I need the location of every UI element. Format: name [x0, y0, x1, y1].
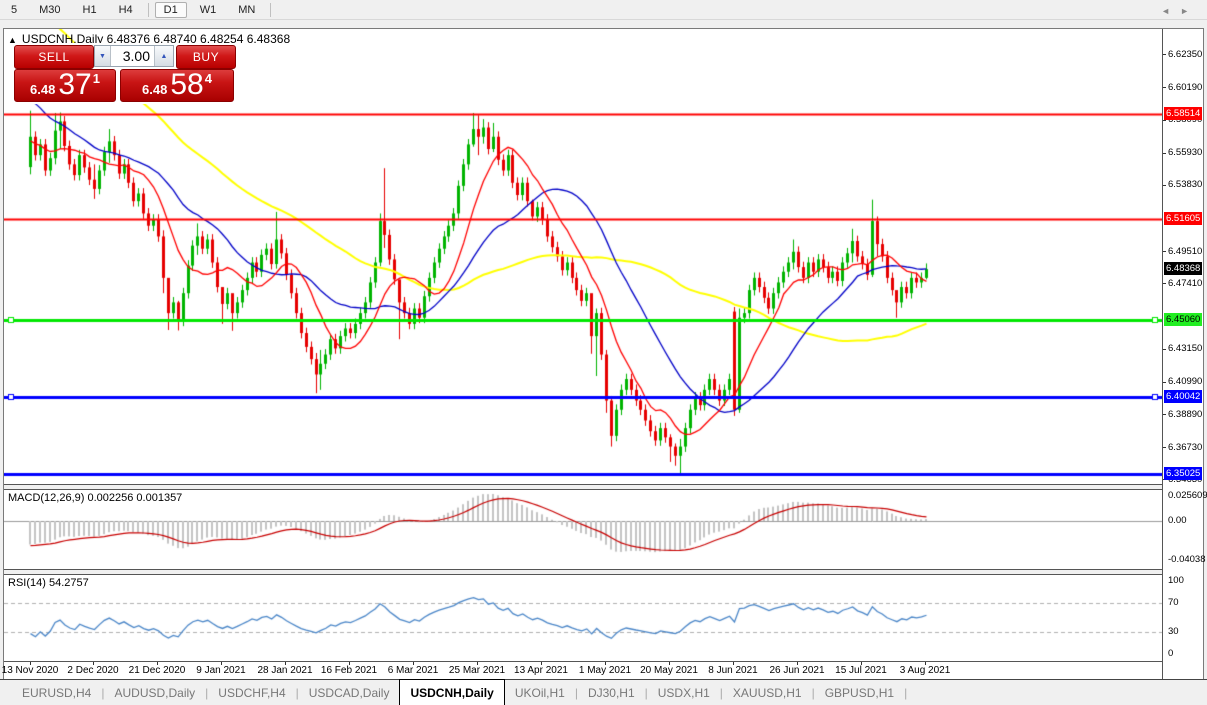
- price-level-badge: 6.35025: [1164, 467, 1202, 480]
- timeframe-button-mn[interactable]: MN: [229, 2, 264, 18]
- one-click-trading-panel: SELL ▼ 3.00 ▲ BUY 6.48 37 1 6.48 58 4: [12, 43, 236, 104]
- timeframe-toolbar: 5M30 H1H4 D1W1MN: [0, 0, 1207, 20]
- price-tick-mark: [1163, 447, 1166, 448]
- price-tick-mark: [1163, 87, 1166, 88]
- volume-increase-icon[interactable]: ▲: [154, 46, 173, 66]
- tab-scroll-right-icon[interactable]: ►: [1180, 6, 1199, 16]
- tab-scroll-left-icon[interactable]: ◄: [1161, 6, 1180, 16]
- price-tick-label: 6.60190: [1168, 82, 1202, 93]
- price-tick-mark: [1163, 153, 1166, 154]
- macd-current-values: 0.002256 0.001357: [87, 492, 182, 504]
- sell-price-pips: 37: [58, 70, 91, 100]
- chart-tab-bar: EURUSD,H4|AUDUSD,Daily|USDCHF,H4|USDCAD,…: [0, 679, 1207, 705]
- rsi-axis-label: 30: [1168, 626, 1179, 637]
- price-tick-label: 6.38890: [1168, 409, 1202, 420]
- macd-name: MACD(12,26,9): [8, 492, 84, 504]
- price-tick-mark: [1163, 120, 1166, 121]
- price-tick-mark: [1163, 54, 1166, 55]
- price-tick-mark: [1163, 283, 1166, 284]
- tab-xauusd-h1[interactable]: XAUUSD,H1: [723, 680, 812, 705]
- price-tick-label: 6.49510: [1168, 246, 1202, 257]
- rsi-pane-canvas: [4, 575, 1162, 661]
- tab-separator: |: [904, 680, 907, 705]
- price-level-badge: 6.40042: [1164, 390, 1202, 403]
- tab-eurusd-h4[interactable]: EURUSD,H4: [12, 680, 101, 705]
- tab-gbpusd-h1[interactable]: GBPUSD,H1: [815, 680, 904, 705]
- price-level-badge: 6.51605: [1164, 212, 1202, 225]
- toolbar-separator: [148, 3, 149, 17]
- tab-usdcnh-daily[interactable]: USDCNH,Daily: [399, 679, 504, 705]
- sell-price-button[interactable]: 6.48 37 1: [14, 69, 116, 102]
- sell-button[interactable]: SELL: [14, 45, 94, 69]
- rsi-axis-label: 0: [1168, 648, 1173, 659]
- tab-ukoil-h1[interactable]: UKOil,H1: [505, 680, 575, 705]
- price-tick-label: 6.40990: [1168, 376, 1202, 387]
- price-tick-label: 6.43150: [1168, 343, 1202, 354]
- price-tick-label: 6.47410: [1168, 278, 1202, 289]
- rsi-axis-label: 100: [1168, 575, 1184, 586]
- timeframe-button-d1[interactable]: D1: [155, 2, 187, 18]
- buy-button[interactable]: BUY: [176, 45, 236, 69]
- volume-decrease-icon[interactable]: ▼: [95, 46, 111, 66]
- timeframe-button-h4[interactable]: H4: [110, 2, 142, 18]
- tab-dj30-h1[interactable]: DJ30,H1: [578, 680, 645, 705]
- macd-indicator-label: MACD(12,26,9) 0.002256 0.001357: [8, 492, 182, 504]
- buy-price-base: 6.48: [142, 82, 167, 97]
- price-tick-mark: [1163, 251, 1166, 252]
- macd-axis-label: 0.025609: [1168, 490, 1207, 501]
- tab-usdx-h1[interactable]: USDX,H1: [648, 680, 720, 705]
- toolbar-separator: [270, 3, 271, 17]
- rsi-axis-label: 70: [1168, 597, 1179, 608]
- sell-price-base: 6.48: [30, 82, 55, 97]
- price-tick-mark: [1163, 185, 1166, 186]
- buy-price-pips: 58: [170, 70, 203, 100]
- price-tick-label: 6.53830: [1168, 179, 1202, 190]
- price-tick-mark: [1163, 414, 1166, 415]
- volume-input[interactable]: 3.00: [111, 46, 154, 66]
- tab-audusd-daily[interactable]: AUDUSD,Daily: [104, 680, 205, 705]
- rsi-name: RSI(14): [8, 577, 46, 589]
- timeframe-button-5[interactable]: 5: [2, 2, 26, 18]
- price-level-badge: 6.45060: [1164, 313, 1202, 326]
- macd-axis-label: -0.04038: [1168, 554, 1206, 565]
- price-tick-mark: [1163, 349, 1166, 350]
- chart-window: ▲USDCNH,Daily 6.48376 6.48740 6.48254 6.…: [3, 28, 1204, 680]
- price-tick-label: 6.55930: [1168, 147, 1202, 158]
- mt4-window: 5M30H1H4D1W1MN ▲USDCNH,Daily 6.48376 6.4…: [0, 0, 1207, 705]
- timeframe-button-m30[interactable]: M30: [30, 2, 69, 18]
- timeframe-button-h1[interactable]: H1: [74, 2, 106, 18]
- price-level-badge: 6.48368: [1164, 262, 1202, 275]
- rsi-current-value: 54.2757: [49, 577, 89, 589]
- buy-price-fraction: 4: [205, 71, 212, 86]
- volume-spinner: ▼ 3.00 ▲: [94, 45, 174, 67]
- price-level-badge: 6.58514: [1164, 107, 1202, 120]
- date-axis[interactable]: 13 Nov 20202 Dec 202021 Dec 20209 Jan 20…: [4, 661, 1162, 679]
- buy-price-button[interactable]: 6.48 58 4: [120, 69, 234, 102]
- tab-usdcad-daily[interactable]: USDCAD,Daily: [299, 680, 400, 705]
- macd-axis-label: 0.00: [1168, 515, 1187, 526]
- timeframe-button-w1[interactable]: W1: [191, 2, 226, 18]
- date-tick-label: 3 Aug 2021: [885, 665, 965, 676]
- tab-scroll-arrows: ◄►: [1161, 6, 1199, 16]
- price-tick-label: 6.62350: [1168, 49, 1202, 60]
- tab-usdchf-h4[interactable]: USDCHF,H4: [208, 680, 295, 705]
- price-axis[interactable]: 6.623506.601906.580906.559306.538306.495…: [1162, 29, 1203, 679]
- price-tick-mark: [1163, 382, 1166, 383]
- rsi-indicator-label: RSI(14) 54.2757: [8, 577, 89, 589]
- price-tick-label: 6.36730: [1168, 442, 1202, 453]
- sell-price-fraction: 1: [93, 71, 100, 86]
